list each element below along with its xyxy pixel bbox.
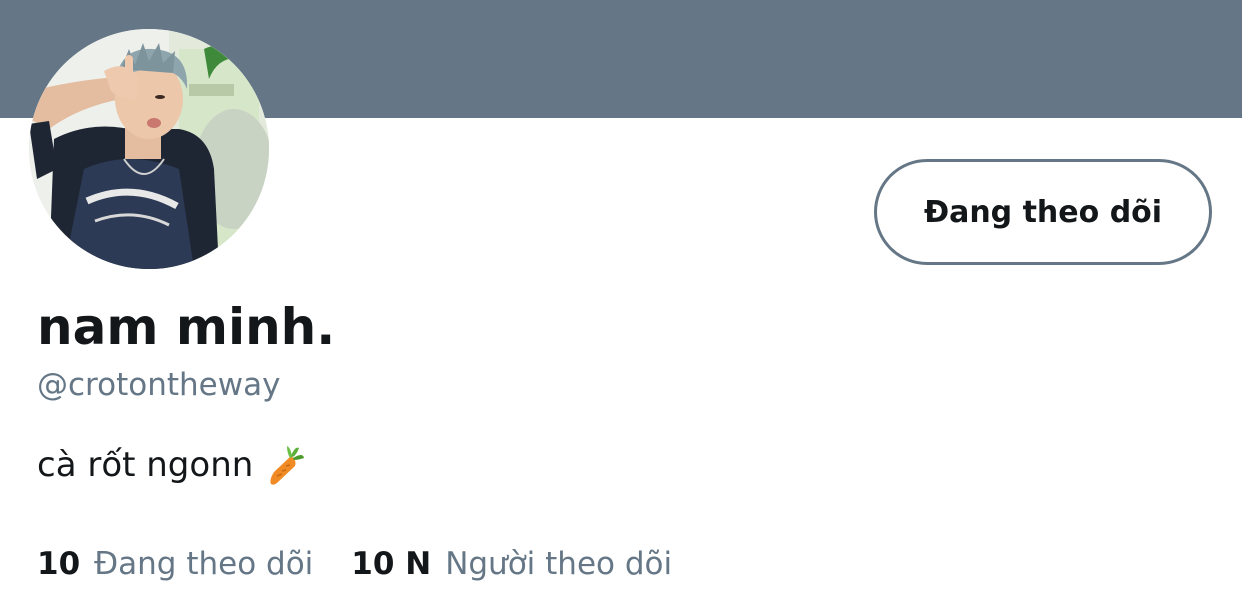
- avatar-photo: [29, 29, 269, 269]
- following-stat[interactable]: 10 Đang theo dõi: [37, 546, 313, 582]
- display-name: nam minh.: [37, 298, 336, 356]
- followers-count: 10 N: [351, 546, 432, 582]
- following-label: Đang theo dõi: [94, 546, 314, 582]
- carrot-icon: [265, 444, 305, 486]
- bio-text: cà rốt ngonn: [37, 445, 254, 485]
- profile-page: Đang theo dõi nam minh. @crotontheway cà…: [0, 0, 1242, 602]
- following-button-label: Đang theo dõi: [923, 194, 1163, 230]
- user-handle: @crotontheway: [37, 367, 281, 403]
- profile-stats: 10 Đang theo dõi 10 N Người theo dõi: [37, 546, 672, 582]
- followers-stat[interactable]: 10 N Người theo dõi: [351, 546, 672, 582]
- followers-label: Người theo dõi: [445, 546, 673, 582]
- profile-bio: cà rốt ngonn: [37, 444, 305, 486]
- following-count: 10: [37, 546, 81, 582]
- avatar[interactable]: [29, 29, 269, 269]
- following-button[interactable]: Đang theo dõi: [874, 159, 1212, 265]
